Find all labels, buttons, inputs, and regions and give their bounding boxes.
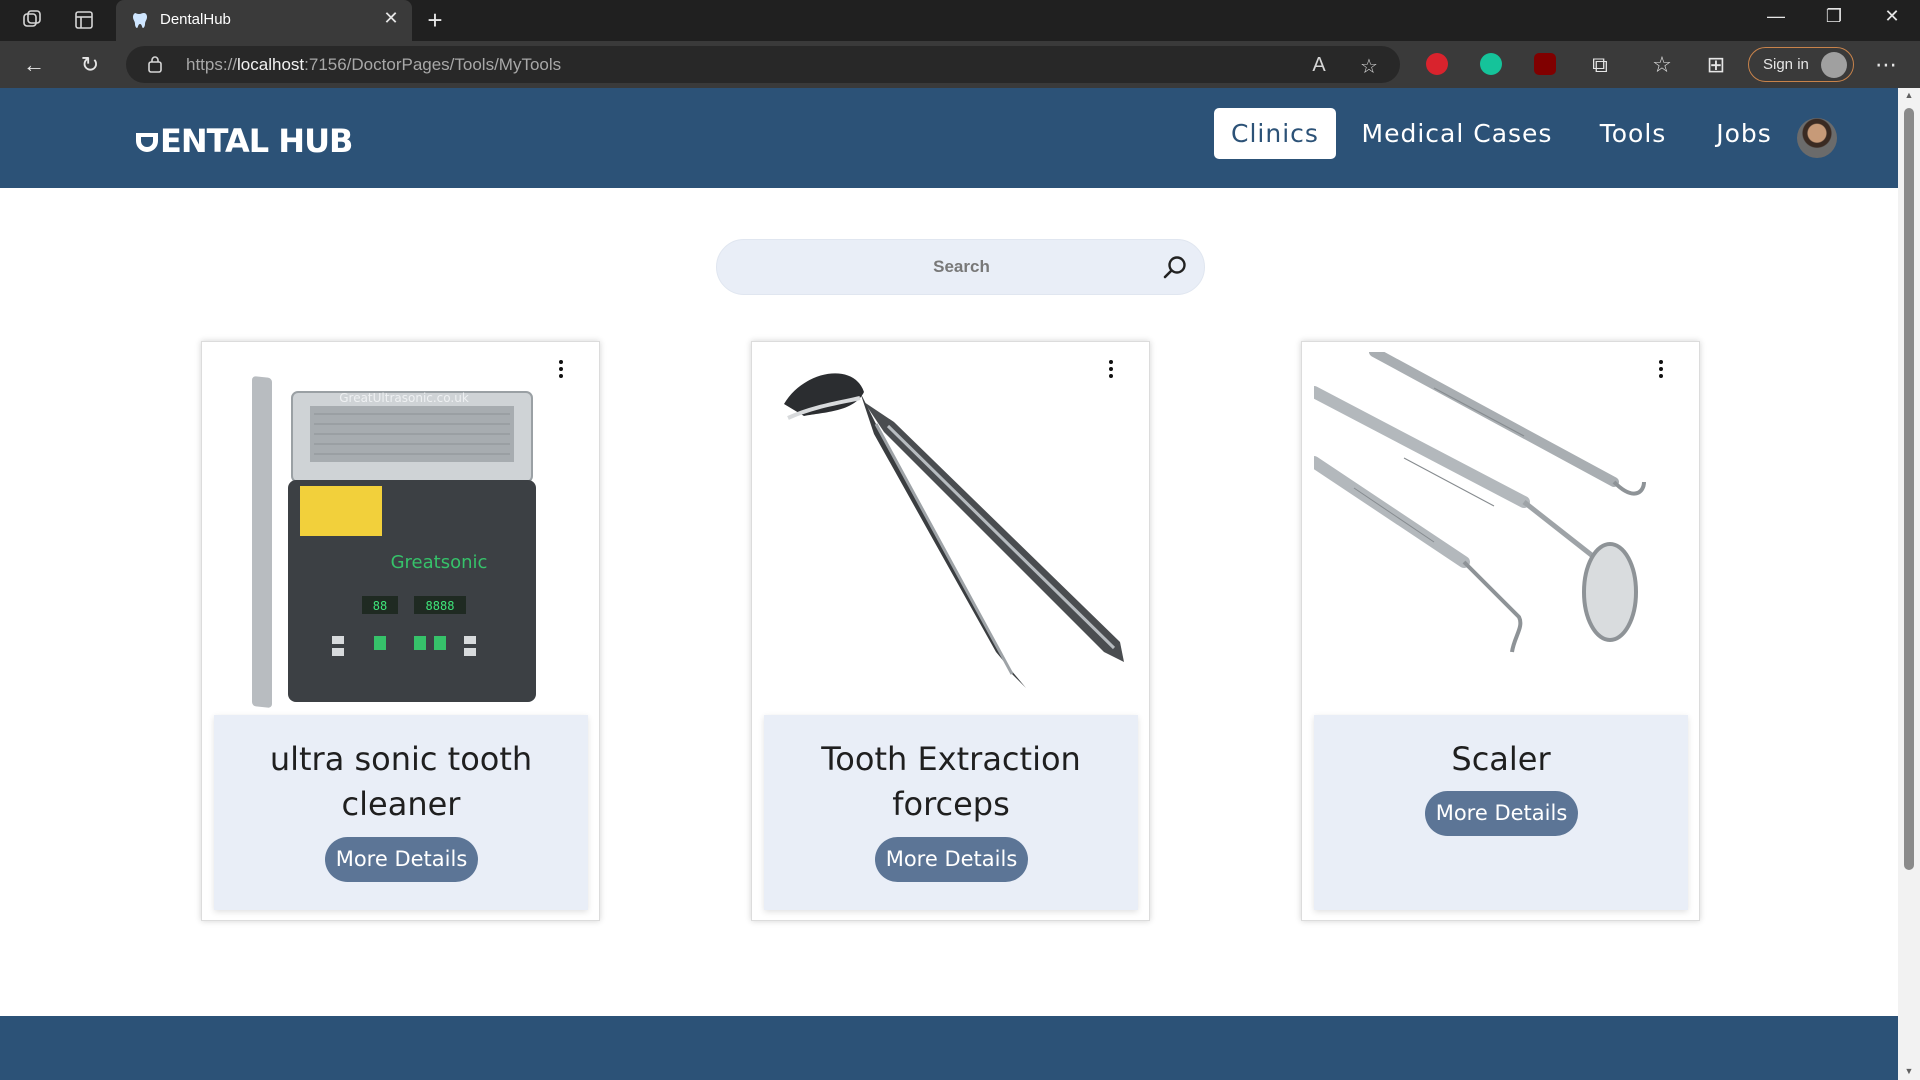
- tool-image-extraction-forceps: [764, 352, 1138, 715]
- dental-hub-logo[interactable]: ENTAL HUB: [134, 122, 353, 160]
- site-header: ENTAL HUB Clinics Medical Cases Tools Jo…: [0, 88, 1898, 188]
- tool-card-body: Tooth Extraction forceps More Details: [764, 715, 1138, 910]
- extensions-icon[interactable]: ⧉: [1586, 51, 1614, 79]
- search-placeholder: Search: [933, 257, 990, 276]
- more-details-button[interactable]: More Details: [1425, 791, 1578, 836]
- search-icon[interactable]: [1161, 254, 1189, 282]
- scrollbar-thumb[interactable]: [1904, 108, 1914, 870]
- card-menu-icon[interactable]: [1104, 359, 1118, 379]
- nav-medical-cases[interactable]: Medical Cases: [1356, 108, 1558, 159]
- tool-title: Tooth Extraction forceps: [821, 740, 1081, 823]
- tool-title: Scaler: [1451, 740, 1551, 778]
- tool-card: Tooth Extraction forceps More Details: [751, 341, 1150, 921]
- user-avatar[interactable]: [1797, 118, 1837, 158]
- tool-card: Scaler More Details: [1301, 341, 1700, 921]
- scroll-down-arrow-icon[interactable]: ▼: [1898, 1066, 1920, 1076]
- search-input[interactable]: Search: [716, 239, 1205, 295]
- card-menu-icon[interactable]: [1654, 359, 1668, 379]
- tab-actions-icon[interactable]: [72, 8, 96, 32]
- scroll-up-arrow-icon[interactable]: ▲: [1898, 90, 1920, 100]
- tool-image-dental-scaler-set: [1314, 352, 1688, 715]
- address-bar[interactable]: https://localhost:7156/DoctorPages/Tools…: [126, 46, 1400, 83]
- page-viewport: ENTAL HUB Clinics Medical Cases Tools Jo…: [0, 88, 1898, 1080]
- read-aloud-icon[interactable]: A: [1306, 54, 1332, 77]
- refresh-icon[interactable]: ↻: [76, 51, 104, 79]
- tool-card-body: ultra sonic tooth cleaner More Details: [214, 715, 588, 910]
- browser-tab-bar: DentalHub ✕ + — ❐ ✕: [0, 0, 1920, 41]
- tool-title: ultra sonic tooth cleaner: [269, 740, 533, 823]
- collections-icon[interactable]: ⊞: [1702, 51, 1730, 79]
- svg-text:GreatUltrasonic.co.uk: GreatUltrasonic.co.uk: [339, 391, 469, 405]
- tool-card-body: Scaler More Details: [1314, 715, 1688, 910]
- workspaces-icon[interactable]: [20, 8, 44, 32]
- restore-icon[interactable]: ❐: [1814, 6, 1854, 27]
- close-tab-icon[interactable]: ✕: [380, 8, 402, 29]
- more-details-button[interactable]: More Details: [325, 837, 478, 882]
- more-options-icon[interactable]: ⋯: [1872, 51, 1900, 79]
- lock-icon: [148, 56, 162, 73]
- nav-clinics[interactable]: Clinics: [1214, 108, 1336, 159]
- favorite-star-icon[interactable]: ☆: [1356, 54, 1382, 79]
- nav-jobs[interactable]: Jobs: [1704, 108, 1784, 159]
- ublock-icon[interactable]: [1534, 53, 1556, 75]
- browser-tab-dentalhub[interactable]: DentalHub ✕: [116, 0, 412, 41]
- new-tab-icon[interactable]: +: [420, 6, 450, 34]
- nav-tools[interactable]: Tools: [1588, 108, 1678, 159]
- site-footer: [0, 1016, 1898, 1080]
- svg-text:88: 88: [373, 599, 387, 613]
- svg-text:Greatsonic: Greatsonic: [391, 552, 488, 573]
- grammarly-icon[interactable]: [1480, 53, 1502, 75]
- sign-in-button[interactable]: Sign in: [1748, 47, 1854, 82]
- tooth-favicon-icon: [133, 13, 147, 28]
- more-details-button[interactable]: More Details: [875, 837, 1028, 882]
- profile-icon: [1821, 52, 1847, 78]
- svg-text:8888: 8888: [426, 599, 455, 613]
- close-window-icon[interactable]: ✕: [1872, 6, 1912, 27]
- url-text: https://localhost:7156/DoctorPages/Tools…: [186, 55, 562, 74]
- extension-red-icon[interactable]: [1426, 53, 1448, 75]
- tool-card: GreatUltrasonic.co.uk Greatsonic 88 8888…: [201, 341, 600, 921]
- page-scrollbar[interactable]: ▲ ▼: [1898, 88, 1920, 1080]
- favorites-icon[interactable]: ☆: [1648, 51, 1676, 79]
- tooth-logo-icon: [136, 133, 158, 152]
- tool-image-ultrasonic-cleaner: GreatUltrasonic.co.uk Greatsonic 88 8888: [214, 352, 588, 715]
- minimize-icon[interactable]: —: [1756, 6, 1796, 27]
- card-menu-icon[interactable]: [554, 359, 568, 379]
- tab-title: DentalHub: [160, 11, 231, 28]
- browser-toolbar: ← ↻ https://localhost:7156/DoctorPages/T…: [0, 41, 1920, 88]
- back-icon[interactable]: ←: [20, 51, 48, 79]
